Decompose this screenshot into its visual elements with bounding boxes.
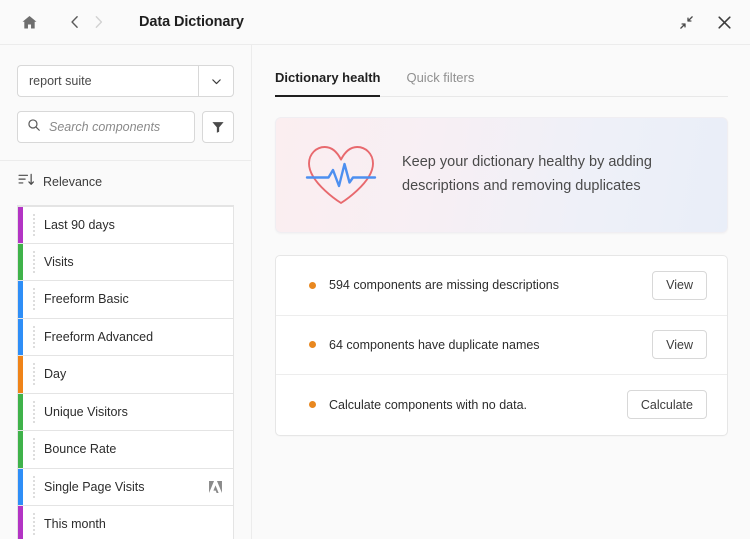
status-dot-icon [309, 341, 316, 348]
component-color-bar [18, 431, 23, 468]
component-list-item[interactable]: This month [17, 506, 234, 539]
chevron-right-icon [87, 10, 109, 34]
drag-handle-icon[interactable] [27, 251, 41, 273]
drag-handle-icon[interactable] [27, 476, 41, 498]
adobe-logo-icon [209, 481, 222, 493]
close-icon[interactable] [710, 9, 738, 37]
window-controls [672, 0, 738, 45]
banner-text: Keep your dictionary healthy by adding d… [402, 151, 702, 199]
health-item-action-button[interactable]: View [652, 271, 707, 300]
page-title: Data Dictionary [139, 14, 244, 30]
home-icon[interactable] [17, 10, 41, 34]
report-suite-selector[interactable]: report suite [17, 65, 234, 97]
component-name: This month [44, 517, 233, 531]
drag-handle-icon[interactable] [27, 438, 41, 460]
component-name: Freeform Advanced [44, 330, 233, 344]
health-item-row: Calculate components with no data.Calcul… [276, 375, 727, 435]
component-color-bar [18, 506, 23, 539]
nav-arrows [63, 10, 109, 34]
component-color-bar [18, 394, 23, 431]
sort-descending-icon [18, 173, 35, 191]
tab-quick-filters[interactable]: Quick filters [406, 70, 474, 96]
component-list-item[interactable]: Freeform Advanced [17, 319, 234, 357]
search-input[interactable] [49, 120, 185, 134]
drag-handle-icon[interactable] [27, 363, 41, 385]
component-list-item[interactable]: Bounce Rate [17, 431, 234, 469]
main-content: Dictionary health Quick filters Keep you… [253, 45, 750, 539]
filter-funnel-icon[interactable] [202, 111, 234, 143]
health-item-text: Calculate components with no data. [329, 398, 627, 412]
component-name: Day [44, 367, 233, 381]
component-list-item[interactable]: Day [17, 356, 234, 394]
component-color-bar [18, 356, 23, 393]
component-color-bar [18, 281, 23, 318]
drag-handle-icon[interactable] [27, 401, 41, 423]
report-suite-value[interactable]: report suite [17, 65, 198, 97]
health-banner: Keep your dictionary healthy by adding d… [275, 117, 728, 233]
component-list-item[interactable]: Visits [17, 244, 234, 282]
health-item-row: 64 components have duplicate namesView [276, 316, 727, 376]
sort-label: Relevance [43, 175, 102, 189]
health-item-text: 594 components are missing descriptions [329, 278, 652, 292]
component-name: Single Page Visits [44, 480, 209, 494]
component-name: Unique Visitors [44, 405, 233, 419]
component-list-item[interactable]: Unique Visitors [17, 394, 234, 432]
tab-bar: Dictionary health Quick filters [275, 45, 728, 97]
status-dot-icon [309, 401, 316, 408]
component-name: Freeform Basic [44, 292, 233, 306]
chevron-left-icon[interactable] [63, 10, 85, 34]
status-dot-icon [309, 282, 316, 289]
chevron-down-icon[interactable] [198, 65, 234, 97]
component-list-item[interactable]: Single Page Visits [17, 469, 234, 507]
sidebar-divider [0, 160, 251, 161]
health-item-action-button[interactable]: Calculate [627, 390, 707, 419]
tab-dictionary-health[interactable]: Dictionary health [275, 70, 380, 96]
component-name: Visits [44, 255, 233, 269]
component-name: Last 90 days [44, 218, 233, 232]
drag-handle-icon[interactable] [27, 513, 41, 535]
data-dictionary-window: Data Dictionary report suite [0, 0, 750, 539]
component-name: Bounce Rate [44, 442, 233, 456]
drag-handle-icon[interactable] [27, 214, 41, 236]
component-color-bar [18, 207, 23, 243]
drag-handle-icon[interactable] [27, 326, 41, 348]
component-list-item[interactable]: Freeform Basic [17, 281, 234, 319]
sort-control[interactable]: Relevance [18, 173, 102, 191]
drag-handle-icon[interactable] [27, 288, 41, 310]
search-box[interactable] [17, 111, 195, 143]
components-list: Last 90 days Visits Freeform Basic Freeform… [17, 205, 234, 539]
search-row [17, 111, 234, 143]
health-item-action-button[interactable]: View [652, 330, 707, 359]
health-item-text: 64 components have duplicate names [329, 338, 652, 352]
title-bar: Data Dictionary [0, 0, 750, 45]
health-items-card: 594 components are missing descriptionsV… [275, 255, 728, 436]
component-color-bar [18, 319, 23, 356]
component-color-bar [18, 244, 23, 281]
health-item-row: 594 components are missing descriptionsV… [276, 256, 727, 316]
search-icon [27, 118, 41, 137]
collapse-arrows-icon[interactable] [672, 9, 700, 37]
component-color-bar [18, 469, 23, 506]
heart-pulse-icon [302, 141, 380, 209]
components-sidebar: report suite R [0, 45, 252, 539]
component-list-item[interactable]: Last 90 days [17, 206, 234, 244]
